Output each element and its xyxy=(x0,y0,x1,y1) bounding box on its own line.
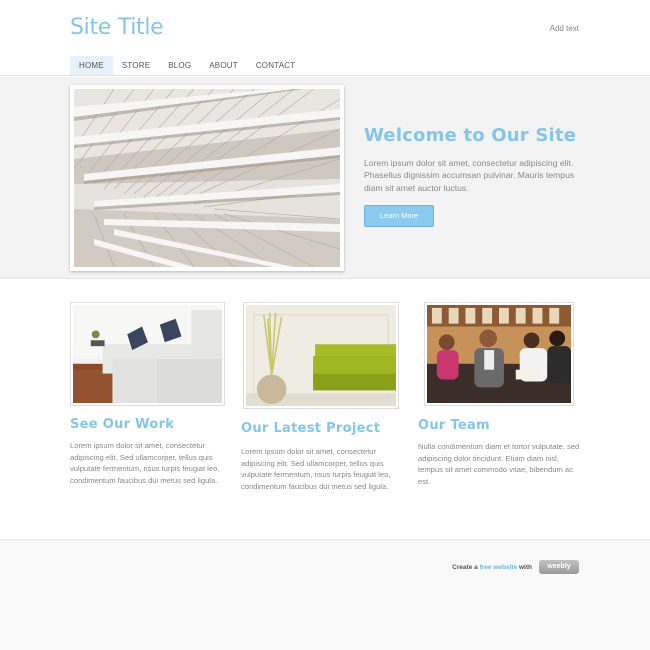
hero-title: Welcome to Our Site xyxy=(364,125,577,146)
site-header: Site Title Add text HOME STORE BLOG ABOU… xyxy=(0,0,650,76)
main-nav: HOME STORE BLOG ABOUT CONTACT xyxy=(70,56,304,75)
nav-item-contact[interactable]: CONTACT xyxy=(247,56,304,75)
weebly-badge[interactable]: weebly xyxy=(539,560,579,574)
latest-project-text: Lorem ipsum dolor sit amet, consectetur … xyxy=(241,447,391,491)
header-add-text[interactable]: Add text xyxy=(550,24,579,33)
hero-image-frame xyxy=(70,85,344,271)
hero-image xyxy=(74,89,340,267)
nav-item-store[interactable]: STORE xyxy=(113,56,159,75)
green-sofa-photo xyxy=(246,305,396,406)
latest-project-title: Our Latest Project xyxy=(241,421,381,436)
see-our-work-title: See Our Work xyxy=(70,417,175,432)
nav-item-about[interactable]: ABOUT xyxy=(200,56,247,75)
site-title[interactable]: Site Title xyxy=(70,15,164,40)
learn-more-button[interactable]: Learn More xyxy=(364,205,434,227)
footer-credit-suffix: with xyxy=(519,564,532,571)
nav-item-home[interactable]: HOME xyxy=(70,56,113,75)
work-image xyxy=(70,302,225,406)
team-photo xyxy=(427,305,571,403)
team-image xyxy=(424,302,574,406)
hero-text: Lorem ipsum dolor sit amet, consectetur … xyxy=(364,158,575,193)
site-footer: Create a free website with weebly xyxy=(0,539,650,650)
our-team-text: Nulla condimentum diam et tortor vulputa… xyxy=(418,442,580,486)
footer-credit: Create a free website with xyxy=(452,564,532,571)
project-image xyxy=(243,302,399,409)
footer-credit-prefix: Create a xyxy=(452,564,478,571)
free-website-link[interactable]: free website xyxy=(480,564,518,571)
see-our-work-text: Lorem ipsum dolor sit amet, consectetur … xyxy=(70,441,220,485)
nav-item-blog[interactable]: BLOG xyxy=(159,56,200,75)
our-team-title: Our Team xyxy=(418,418,490,433)
living-room-photo xyxy=(73,305,222,403)
hero-banner: Welcome to Our Site Lorem ipsum dolor si… xyxy=(0,77,650,279)
